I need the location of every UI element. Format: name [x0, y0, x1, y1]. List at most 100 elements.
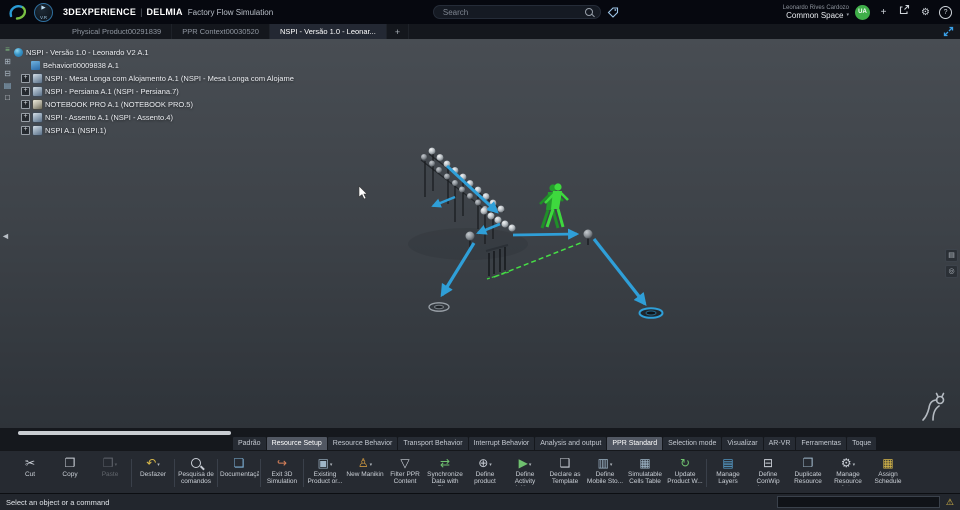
play-compass-icon[interactable]: ▶ V.R — [34, 2, 53, 22]
tree-item[interactable]: Behavior00009838 A.1 — [14, 59, 298, 72]
dropdown-caret-icon[interactable]: ▾ — [610, 462, 613, 468]
dropdown-caret-icon[interactable]: ▾ — [330, 462, 333, 468]
toolbar-separator — [174, 459, 175, 487]
horizontal-scrollbar[interactable] — [18, 431, 231, 435]
tag-icon[interactable] — [607, 6, 619, 18]
toolbar-button-existing-product-or[interactable]: ▣ ▾ Existing Product or... — [305, 453, 345, 486]
tree-item[interactable]: + NSPI - Assento A.1 (NSPI - Assento.4) — [14, 111, 298, 124]
cells-table-icon: ▦ — [639, 455, 651, 470]
ribbon-tab-resource-setup[interactable]: Resource Setup — [266, 437, 327, 450]
tree-item[interactable]: + NSPI - Mesa Longa com Alojamento A.1 (N… — [14, 72, 298, 85]
toolbar-button-manage-layers[interactable]: ▤ Manage Layers — [708, 453, 748, 486]
share-icon[interactable] — [897, 4, 912, 20]
toolbar-button-paste: ❒ ▾ Paste — [90, 453, 130, 479]
tree-item[interactable]: + NOTEBOOK PRO A.1 (NOTEBOOK PRO.5) — [14, 98, 298, 111]
ribbon-tab-selection-mode[interactable]: Selection mode — [663, 437, 722, 450]
tree-expander-icon[interactable]: + — [21, 113, 30, 122]
mouse-cursor — [358, 185, 368, 200]
warning-icon[interactable]: ⚠ — [946, 497, 954, 507]
copy-icon: ❐ — [64, 455, 76, 470]
toolbar-button-manage-resource-act[interactable]: ⚙▾ Manage Resource Act... — [828, 453, 868, 487]
tree-item[interactable]: + NSPI A.1 (NSPI.1) — [14, 124, 298, 137]
toolbar-button-synchronize-data-with-pla[interactable]: ⇄Synchronize Data with Pla... — [425, 453, 465, 487]
3d-viewport[interactable]: ≡ ⊞ ⊟ ▤ □ NSPI - Versão 1.0 - Leonardo V2 A.… — [0, 39, 960, 428]
3ds-logo-icon[interactable] — [8, 3, 28, 21]
dropdown-caret-icon[interactable]: ▾ — [489, 462, 492, 468]
panel-target-icon[interactable]: ◎ — [945, 265, 958, 278]
conwip-icon: ⊟ — [762, 455, 774, 470]
ribbon-tab-interrupt-behavior[interactable]: Interrupt Behavior — [468, 437, 535, 450]
toolbar-button-cut[interactable]: ✂ Cut — [10, 453, 50, 479]
tab-physical-product[interactable]: Physical Product00291839 — [62, 24, 173, 39]
tab-nspi-versao[interactable]: NSPI - Versão 1.0 - Leonar... — [269, 24, 387, 39]
tree-expander-icon[interactable]: + — [21, 87, 30, 96]
tree-expander-icon[interactable]: + — [21, 126, 30, 135]
ribbon-tab-ppr-standard[interactable]: PPR Standard — [607, 437, 663, 450]
toolbar-button-documenta-o[interactable]: ❏Documentação — [219, 453, 259, 479]
ribbon-tab-resource-behavior[interactable]: Resource Behavior — [327, 437, 398, 450]
tools-icon[interactable]: ⚙ — [918, 5, 933, 20]
tree-item-label: NSPI - Versão 1.0 - Leonardo V2 A.1 — [26, 48, 149, 57]
search-icon[interactable] — [584, 8, 593, 16]
toolbar-button-define-mobile-sto[interactable]: ▥ ▾ Define Mobile Sto... — [585, 453, 625, 486]
toolbar-button-define-conwip-boun[interactable]: ⊟Define ConWip boun... — [748, 453, 788, 487]
ribbon-tab-transport-behavior[interactable]: Transport Behavior — [398, 437, 468, 450]
search-input[interactable] — [440, 6, 581, 18]
tree-item-label: NSPI - Mesa Longa com Alojamento A.1 (NS… — [45, 74, 294, 83]
dropdown-caret-icon[interactable]: ▾ — [853, 462, 856, 468]
ribbon-tab-padr-o[interactable]: Padrão — [233, 437, 266, 450]
explore-tree-icon[interactable]: ≡ — [5, 45, 10, 54]
tree-expander-icon[interactable]: + — [21, 74, 30, 83]
behavior-icon — [31, 61, 40, 70]
toolbar-button-define-product-pos[interactable]: ⊕▾ Define product pos... — [465, 453, 505, 487]
avatar[interactable]: UA — [855, 4, 871, 20]
dropdown-caret-icon[interactable]: ▾ — [370, 462, 373, 468]
toolbar-button-desfazer[interactable]: ↶ ▾ Desfazer — [133, 453, 173, 479]
toolbar-button-assign-schedule[interactable]: ▦ Assign Schedule — [868, 453, 908, 486]
add-icon[interactable]: + — [876, 5, 891, 20]
expand-node-icon[interactable]: ⊞ — [4, 57, 11, 66]
tree-item[interactable]: NSPI - Versão 1.0 - Leonardo V2 A.1 — [14, 46, 298, 59]
activity-icon: ▶ — [518, 455, 528, 470]
toolbar-button-exit-3d-simulation[interactable]: ↪ Exit 3D Simulation — [262, 453, 302, 486]
toolbar-button-update-product-w[interactable]: ↻ Update Product W... — [665, 453, 705, 486]
toolbar-button-simulatable-cells-table[interactable]: ▦ Simulatable Cells Table — [625, 453, 665, 486]
toolbar-button-filter-ppr-content[interactable]: ▽ Filter PPR Content — [385, 453, 425, 486]
ribbon-tab-visualizar[interactable]: Visualizar — [722, 437, 763, 450]
global-search[interactable] — [432, 5, 601, 19]
new-tab-button[interactable]: + — [387, 24, 410, 39]
panel-layers-icon[interactable]: ▤ — [945, 249, 958, 262]
toolbar-button-label: Cut — [24, 471, 36, 478]
toolbar-button-pesquisa-de-comandos[interactable]: Pesquisa de comandos — [176, 453, 216, 485]
toolbar-button-label: Pesquisa de comandos — [178, 471, 214, 485]
ribbon-tab-toque[interactable]: Toque — [847, 437, 877, 450]
maximize-icon[interactable] — [943, 26, 954, 37]
ribbon-tab-analysis-and-output[interactable]: Analysis and output — [535, 437, 607, 450]
filter-tree-icon[interactable]: ▤ — [4, 81, 12, 90]
ribbon-tab-ferramentas[interactable]: Ferramentas — [796, 437, 847, 450]
space-selector[interactable]: Common Space ▾ — [783, 11, 849, 20]
toolbar-button-new-manikin[interactable]: ♙ ▾ New Manikin — [345, 453, 385, 479]
synchronize-icon: ⇄ — [439, 455, 451, 470]
tree-item[interactable]: + NSPI - Persiana A.1 (NSPI - Persiana.7) — [14, 85, 298, 98]
select-mode-icon[interactable]: □ — [5, 93, 10, 102]
help-icon[interactable]: ? — [939, 5, 953, 19]
dropdown-caret-icon[interactable]: ▾ — [115, 462, 118, 468]
collapse-node-icon[interactable]: ⊟ — [4, 69, 11, 78]
command-input[interactable] — [776, 496, 940, 508]
document-tab-bar: Physical Product00291839 PPR Context0003… — [0, 24, 960, 39]
toolbar-button-label: Copy — [62, 471, 78, 478]
tab-ppr-context[interactable]: PPR Context00030520 — [172, 24, 270, 39]
toolbar-button-copy[interactable]: ❐ Copy — [50, 453, 90, 479]
collapse-panel-arrow[interactable]: ◄ — [1, 231, 10, 241]
dropdown-caret-icon[interactable]: ▾ — [529, 462, 532, 468]
robot-mascot-icon[interactable] — [918, 392, 950, 424]
toolbar-button-define-activity-initia[interactable]: ▶▾ Define Activity Initia... — [505, 453, 545, 487]
toolbar-button-duplicate-resource[interactable]: ❐ Duplicate Resource — [788, 453, 828, 486]
toolbar-button-declare-as-template[interactable]: ❑ Declare as Template — [545, 453, 585, 486]
dropdown-caret-icon[interactable]: ▾ — [157, 462, 160, 468]
tree-expander-icon[interactable]: + — [21, 100, 30, 109]
ribbon-tab-ar-vr[interactable]: AR-VR — [763, 437, 796, 450]
define-position-icon: ⊕ — [478, 455, 489, 470]
